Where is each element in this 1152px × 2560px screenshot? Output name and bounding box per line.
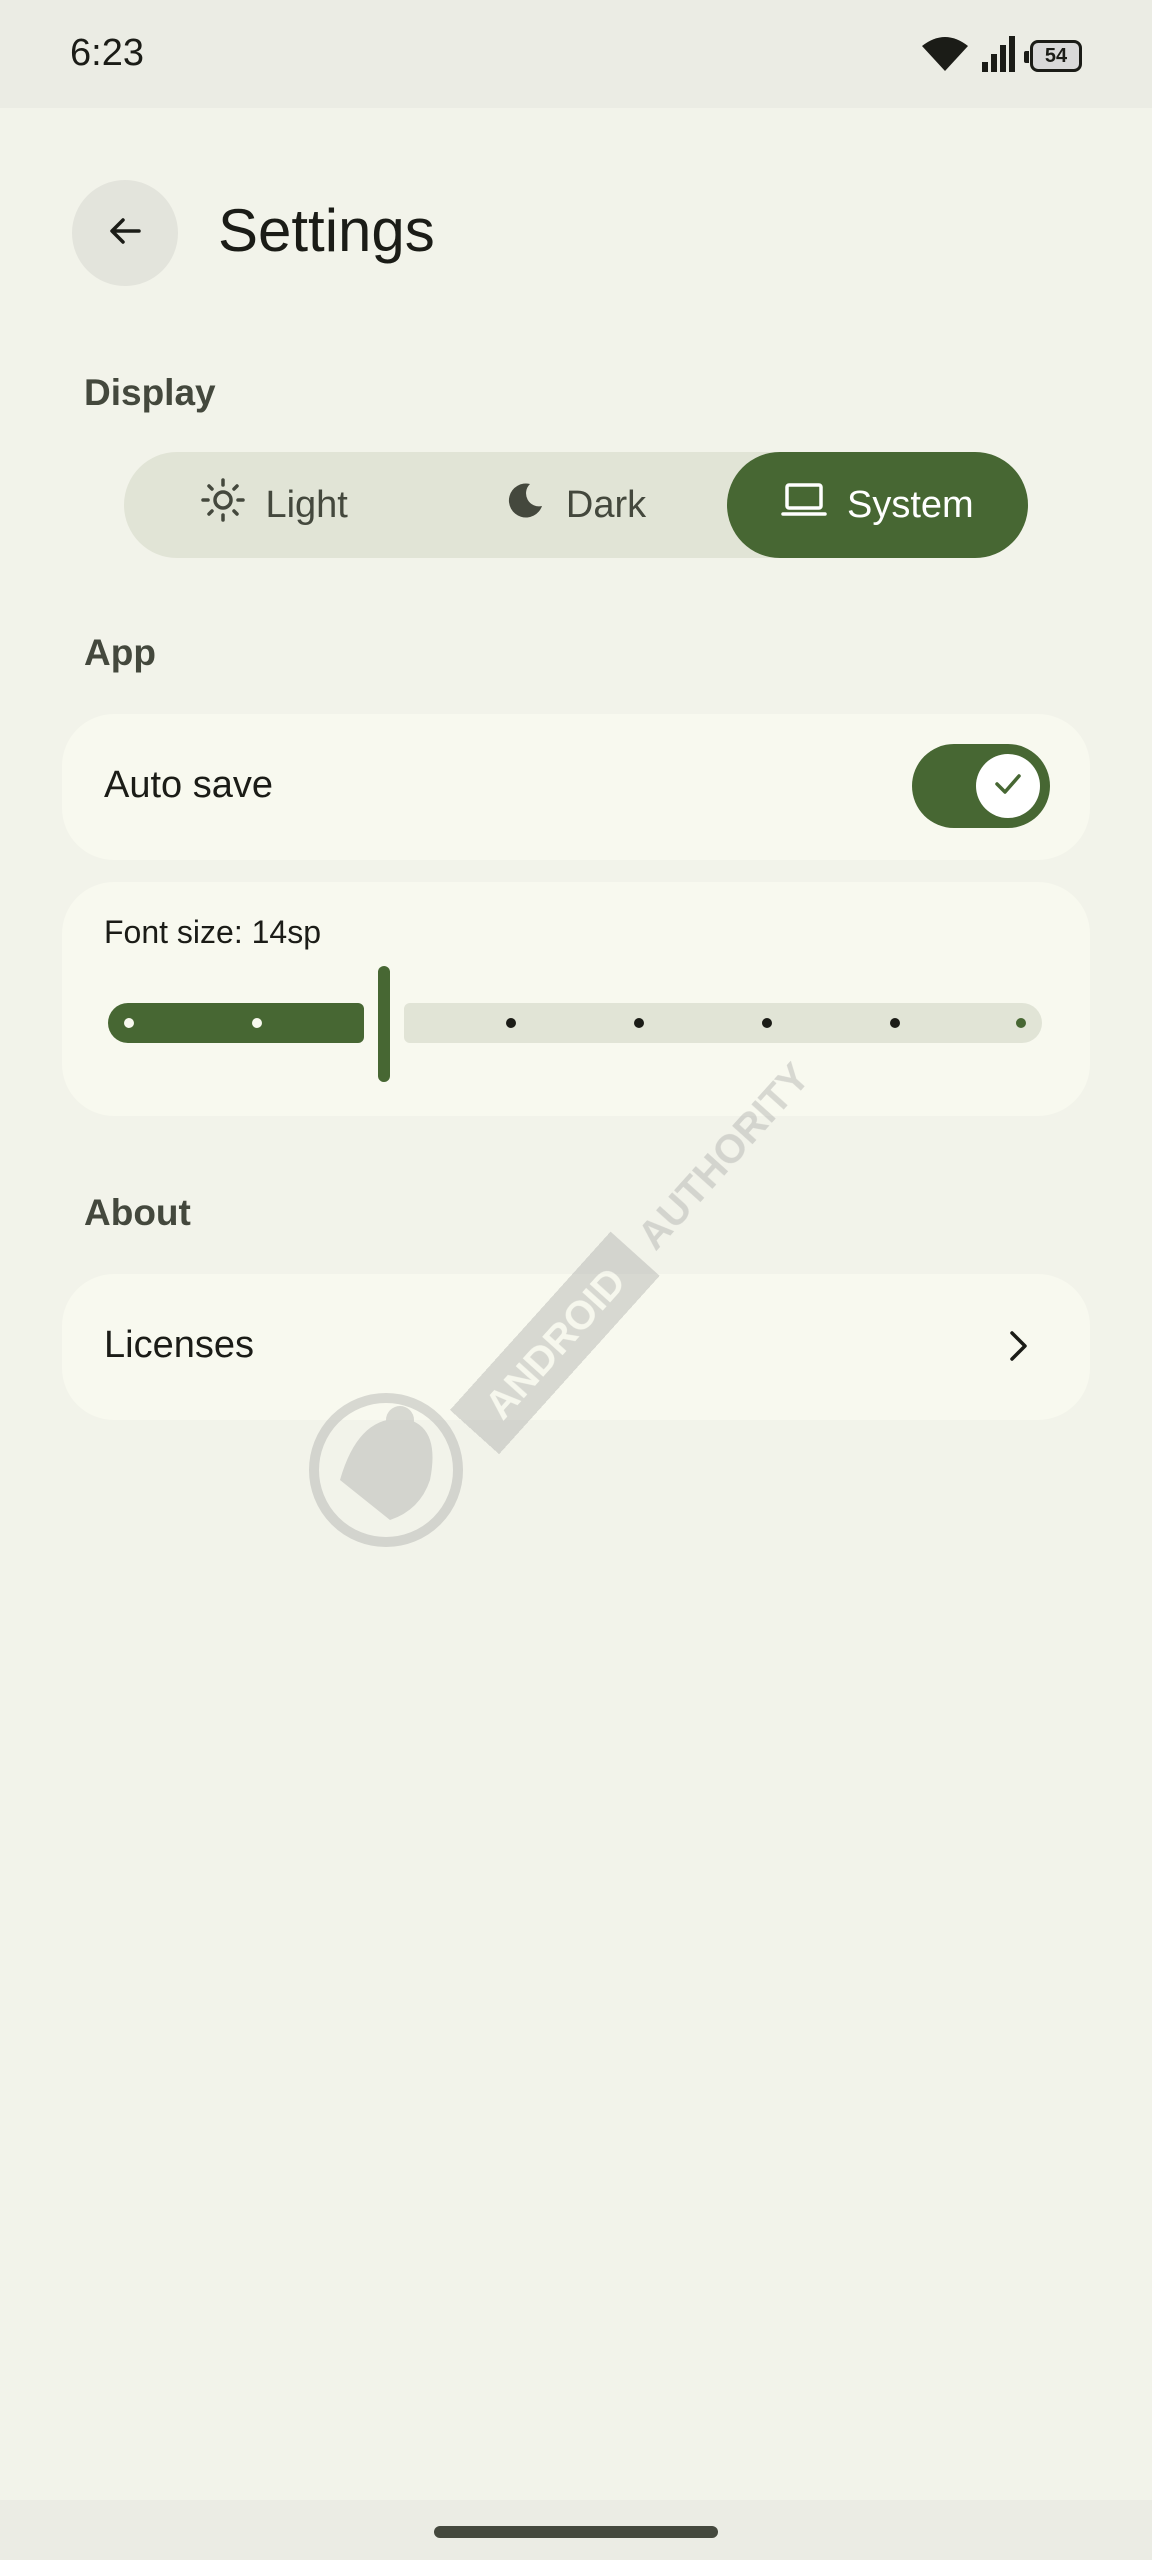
slider-tick (124, 1018, 134, 1028)
section-header-display: Display (84, 372, 216, 413)
auto-save-switch[interactable] (912, 744, 1050, 828)
moon-icon (506, 480, 546, 530)
check-icon (991, 767, 1025, 806)
battery-icon: 54 (1024, 40, 1082, 72)
auto-save-label: Auto save (104, 764, 273, 806)
status-time: 6:23 (70, 32, 144, 74)
font-size-label: Font size: 14sp (104, 914, 321, 950)
theme-option-dark[interactable]: Dark (425, 452, 726, 558)
font-size-slider-inactive-track[interactable] (404, 1003, 1042, 1043)
slider-tick (890, 1018, 900, 1028)
theme-option-system[interactable]: System (726, 452, 1028, 558)
section-header-app: App (84, 632, 156, 673)
licenses-label: Licenses (104, 1324, 254, 1366)
theme-segmented-control: Light Dark System (124, 452, 1028, 558)
theme-option-label: Light (265, 483, 348, 526)
font-size-slider-active-track[interactable] (108, 1003, 364, 1043)
slider-tick (762, 1018, 772, 1028)
theme-option-light[interactable]: Light (124, 452, 425, 558)
section-header-about: About (84, 1192, 191, 1233)
licenses-item[interactable]: Licenses (62, 1274, 1090, 1420)
auto-save-card[interactable]: Auto save (62, 714, 1090, 860)
slider-tick (506, 1018, 516, 1028)
status-bar: 6:23 54 (0, 0, 1152, 108)
font-size-slider-thumb[interactable] (378, 966, 390, 1082)
arrow-left-icon (105, 211, 145, 256)
chevron-right-icon (998, 1324, 1038, 1373)
switch-thumb (976, 754, 1040, 818)
slider-tick (1016, 1018, 1026, 1028)
font-size-card: Font size: 14sp (62, 882, 1090, 1116)
wifi-icon (922, 36, 968, 76)
theme-option-label: System (846, 483, 974, 526)
sun-icon (201, 478, 246, 532)
laptop-icon (781, 482, 827, 528)
home-gesture-handle[interactable] (434, 2526, 718, 2538)
slider-tick (634, 1018, 644, 1028)
signal-icon (982, 35, 1016, 77)
battery-level: 54 (1044, 44, 1068, 67)
back-button[interactable] (72, 180, 178, 286)
theme-option-label: Dark (565, 483, 647, 526)
page-title: Settings (218, 197, 435, 264)
slider-tick (252, 1018, 262, 1028)
status-icons: 54 (922, 35, 1082, 77)
